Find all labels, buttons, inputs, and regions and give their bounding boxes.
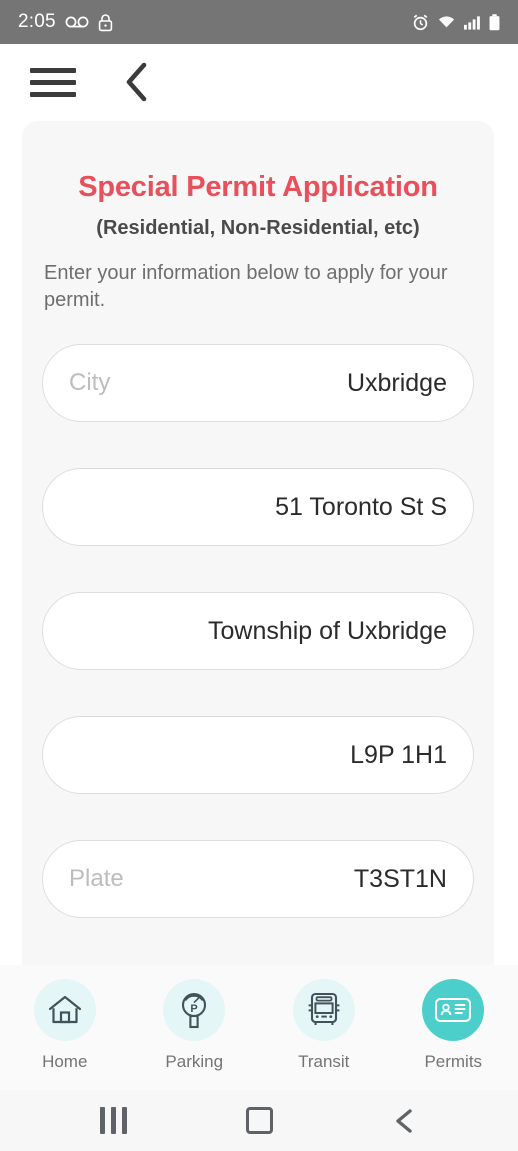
tab-home[interactable]: Home (0, 979, 130, 1072)
bottom-tab-bar: Home P Parking Transit Permits (0, 965, 518, 1090)
wifi-icon (438, 16, 455, 28)
app-header (0, 44, 518, 120)
city-field-placeholder: City (69, 369, 111, 396)
page-title: Special Permit Application (78, 171, 438, 203)
hamburger-menu-icon[interactable] (30, 67, 76, 97)
municipality-field-value: Township of Uxbridge (207, 616, 447, 645)
recents-bar (99, 1107, 105, 1134)
id-card-icon (435, 998, 472, 1022)
hamburger-bar (30, 67, 76, 73)
postal-code-field[interactable]: L9P 1H1 (42, 716, 474, 794)
phone-screen: 2:05 Special Permit Application (Residen… (0, 0, 518, 1151)
plate-field-value: T3ST1N (353, 864, 447, 893)
svg-text:P: P (191, 1003, 198, 1015)
lock-icon (98, 13, 112, 31)
page-description: Enter your information below to apply fo… (44, 262, 448, 311)
tab-transit[interactable]: Transit (259, 979, 389, 1072)
status-bar-left: 2:05 (18, 11, 113, 33)
page-subtitle: (Residential, Non-Residential, etc) (96, 217, 420, 239)
form-fields: City Uxbridge 51 Toronto St S Township o… (42, 344, 474, 918)
status-bar-clock: 2:05 (18, 11, 56, 32)
parking-meter-icon: P (182, 992, 207, 1029)
signal-icon (464, 15, 480, 30)
bus-icon (308, 992, 340, 1025)
tab-permits[interactable]: Permits (389, 979, 518, 1072)
tab-home-circle (33, 979, 96, 1041)
municipality-field[interactable]: Township of Uxbridge (42, 592, 474, 670)
tab-permits-circle (422, 979, 485, 1041)
recents-bar (110, 1107, 116, 1134)
alarm-icon (413, 14, 428, 30)
city-field-value: Uxbridge (346, 368, 447, 397)
tab-transit-circle (292, 979, 355, 1041)
home-icon (48, 995, 81, 1024)
back-chevron-icon[interactable] (122, 60, 150, 104)
tab-permits-label: Permits (424, 1052, 483, 1071)
address-field-value: 51 Toronto St S (275, 492, 447, 521)
battery-icon (489, 13, 500, 30)
tab-home-label: Home (42, 1052, 88, 1071)
postal-code-field-value: L9P 1H1 (350, 740, 447, 769)
home-square (245, 1107, 273, 1134)
tab-parking-circle: P (163, 979, 226, 1041)
city-field[interactable]: City Uxbridge (42, 344, 474, 422)
permit-application-card: Special Permit Application (Residential,… (22, 121, 494, 1090)
tab-parking-label: Parking (165, 1052, 224, 1071)
tab-transit-label: Transit (298, 1052, 350, 1071)
hamburger-bar (30, 91, 76, 97)
status-bar: 2:05 (0, 0, 518, 44)
back-icon[interactable] (370, 1101, 440, 1141)
hamburger-bar (30, 79, 76, 85)
recents-icon[interactable] (78, 1101, 148, 1141)
recents-bar (121, 1107, 127, 1134)
plate-field-placeholder: Plate (69, 865, 124, 892)
android-nav-bar (0, 1090, 518, 1151)
plate-field[interactable]: Plate T3ST1N (42, 840, 474, 918)
status-bar-right (412, 13, 500, 31)
address-field[interactable]: 51 Toronto St S (42, 468, 474, 546)
content-area: Special Permit Application (Residential,… (0, 120, 518, 1090)
home-square-icon[interactable] (224, 1101, 294, 1141)
tab-parking[interactable]: P Parking (130, 979, 260, 1072)
voicemail-icon (65, 16, 89, 28)
recents-bars (99, 1107, 127, 1134)
